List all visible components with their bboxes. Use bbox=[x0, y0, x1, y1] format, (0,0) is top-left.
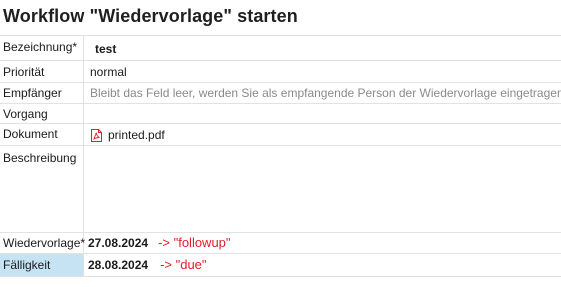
field-row-document: Dokument printed.pdf bbox=[0, 124, 561, 146]
due-annotation: -> "due" bbox=[160, 257, 207, 272]
name-field[interactable]: test bbox=[84, 36, 561, 60]
document-filename[interactable]: printed.pdf bbox=[108, 125, 165, 145]
field-row-name: Bezeichnung* test bbox=[0, 36, 561, 61]
due-date-field[interactable]: 28.08.2024 -> "due" bbox=[84, 254, 561, 276]
priority-label: Priorität bbox=[0, 61, 84, 82]
recipient-label: Empfänger bbox=[0, 83, 84, 103]
followup-date-value[interactable]: 27.08.2024 bbox=[88, 236, 148, 250]
field-row-process: Vorgang bbox=[0, 104, 561, 124]
document-field[interactable]: printed.pdf bbox=[84, 124, 561, 145]
field-row-description: Beschreibung bbox=[0, 146, 561, 233]
priority-select[interactable]: normal bbox=[84, 61, 561, 82]
recipient-field[interactable]: Bleibt das Feld leer, werden Sie als emp… bbox=[84, 83, 561, 103]
due-date-value[interactable]: 28.08.2024 bbox=[88, 258, 148, 272]
name-label: Bezeichnung* bbox=[0, 36, 84, 60]
workflow-form: Bezeichnung* test Priorität normal Empfä… bbox=[0, 35, 561, 277]
field-row-priority: Priorität normal bbox=[0, 61, 561, 83]
followup-date-field[interactable]: 27.08.2024 -> "followup" bbox=[84, 233, 561, 253]
followup-annotation: -> "followup" bbox=[158, 235, 231, 250]
field-row-due: Fälligkeit 28.08.2024 -> "due" bbox=[0, 254, 561, 277]
document-label: Dokument bbox=[0, 124, 84, 145]
dialog-title: Workflow "Wiedervorlage" starten bbox=[3, 6, 298, 26]
description-textarea[interactable] bbox=[84, 146, 561, 232]
pdf-file-icon bbox=[91, 128, 102, 142]
description-label: Beschreibung bbox=[0, 146, 84, 232]
due-label: Fälligkeit bbox=[0, 254, 84, 276]
process-label: Vorgang bbox=[0, 104, 84, 123]
field-row-recipient: Empfänger Bleibt das Feld leer, werden S… bbox=[0, 83, 561, 104]
field-row-followup: Wiedervorlage* 27.08.2024 -> "followup" bbox=[0, 233, 561, 254]
process-field[interactable] bbox=[84, 104, 561, 123]
followup-label: Wiedervorlage* bbox=[0, 233, 85, 253]
